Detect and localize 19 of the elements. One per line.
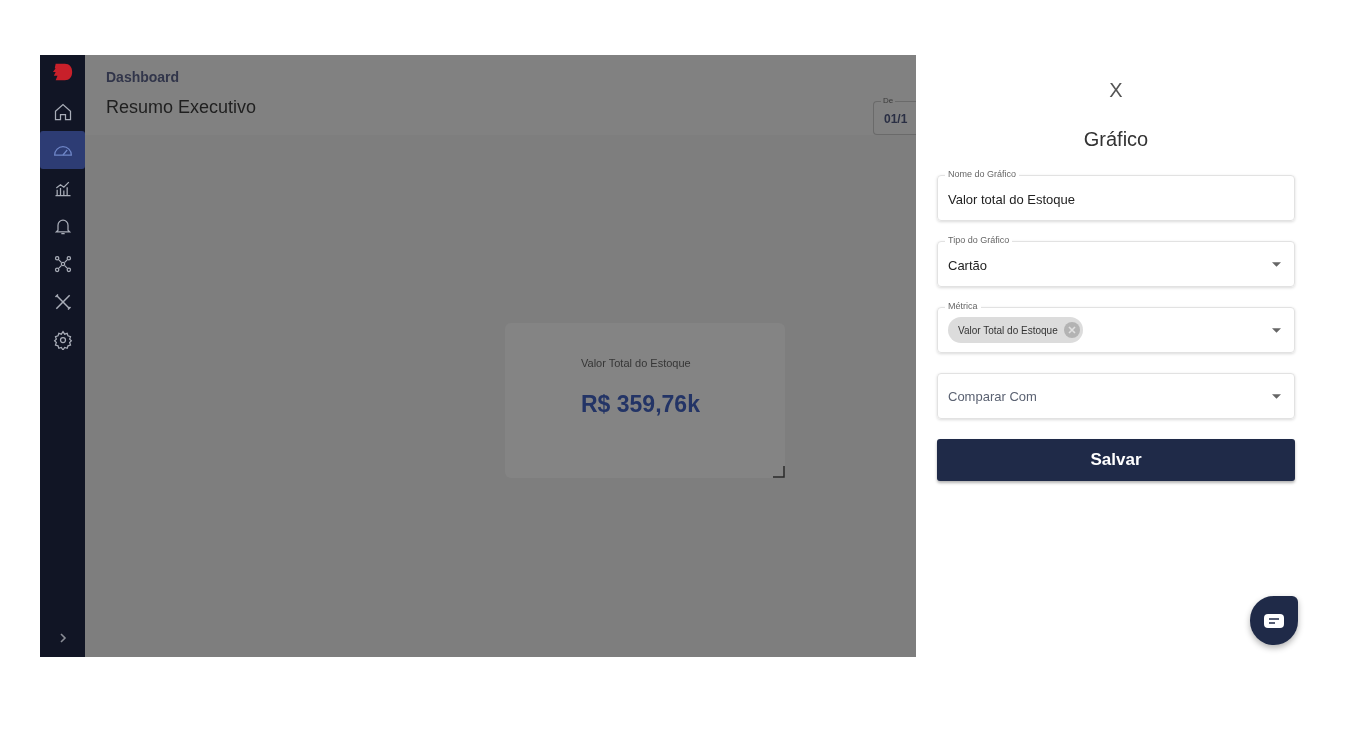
caret-icon bbox=[1272, 393, 1281, 399]
card-title: Valor Total do Estoque bbox=[581, 357, 691, 369]
chat-icon bbox=[1264, 613, 1284, 628]
card-value: R$ 359,76k bbox=[581, 391, 700, 418]
chat-button[interactable] bbox=[1250, 596, 1298, 645]
caret-icon bbox=[1272, 261, 1281, 267]
close-button[interactable]: X bbox=[1109, 79, 1123, 102]
page-title: Resumo Executivo bbox=[106, 97, 257, 118]
resize-handle-icon[interactable] bbox=[773, 466, 785, 478]
tools-icon bbox=[52, 292, 73, 312]
network-icon bbox=[52, 254, 73, 274]
logo-icon bbox=[51, 61, 74, 83]
chevron-right-icon[interactable] bbox=[57, 633, 68, 643]
chip: Valor Total do Estoque bbox=[948, 317, 1083, 343]
home-icon bbox=[52, 102, 73, 122]
save-button[interactable]: Salvar bbox=[937, 439, 1295, 481]
drawer-title: Gráfico bbox=[1082, 128, 1150, 151]
settings-icon bbox=[52, 330, 73, 350]
caret-icon bbox=[1272, 327, 1281, 333]
